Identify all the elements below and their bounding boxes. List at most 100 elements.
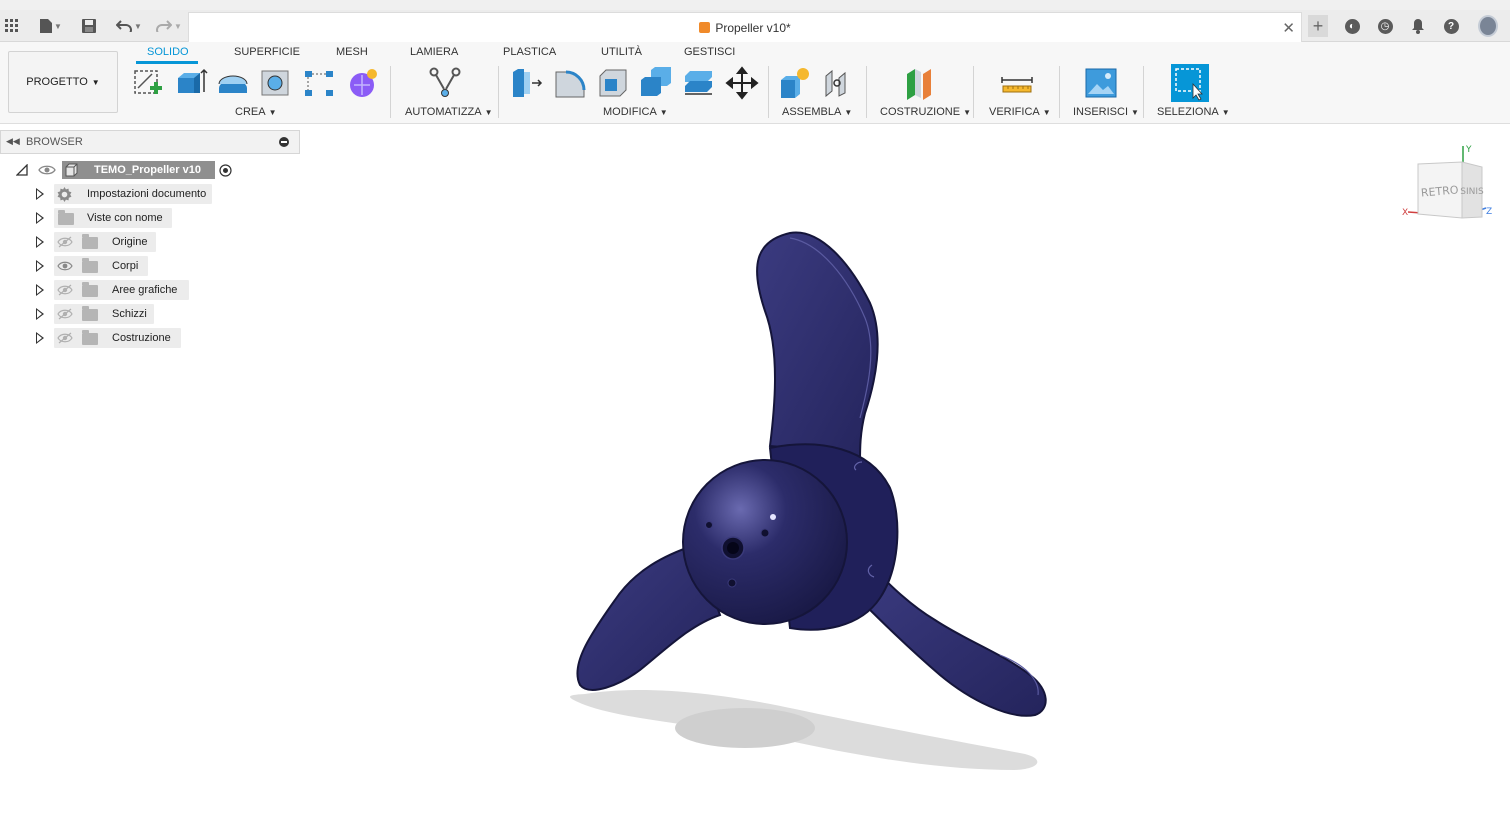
activate-radio-icon[interactable]: [219, 164, 232, 177]
help-icon[interactable]: ?: [1441, 16, 1461, 36]
revolve-icon[interactable]: [216, 66, 250, 100]
app-grid-icon[interactable]: [4, 15, 20, 37]
select-tool-icon[interactable]: [1171, 64, 1209, 102]
save-icon[interactable]: [80, 15, 98, 37]
visibility-eye-icon[interactable]: [57, 260, 73, 272]
shell-icon[interactable]: [596, 66, 630, 100]
move-copy-icon[interactable]: [725, 66, 759, 100]
ribbon-separator: [1143, 66, 1144, 118]
folder-icon: [82, 306, 98, 321]
title-tab-bar: ▼ ▼ ▼ Propeller v10* ✕ + ◐ ◷ ?: [0, 10, 1510, 42]
tab-plastica[interactable]: PLASTICA: [503, 46, 556, 58]
hidden-eye-icon[interactable]: [57, 332, 73, 344]
group-automatizza-label: AUTOMATIZZA: [405, 106, 482, 118]
group-costruzione[interactable]: COSTRUZIONE ▼: [880, 106, 971, 118]
propeller-blade-upper[interactable]: [756, 231, 879, 465]
folder-icon: [82, 234, 98, 249]
tab-lamiera[interactable]: LAMIERA: [410, 46, 458, 58]
group-seleziona[interactable]: SELEZIONA ▼: [1157, 106, 1230, 118]
press-pull-icon[interactable]: [510, 66, 544, 100]
hub-specular-highlight: [770, 514, 776, 520]
redo-icon[interactable]: ▼: [152, 15, 186, 37]
group-assembla-label: ASSEMBLA: [782, 106, 842, 118]
tree-item-label: Schizzi: [112, 308, 147, 320]
close-tab-icon[interactable]: ✕: [1282, 19, 1295, 37]
folder-icon: [82, 330, 98, 345]
window-top-strip: [0, 0, 1510, 10]
joint-icon[interactable]: [821, 66, 855, 100]
tree-item-label: Costruzione: [112, 332, 171, 344]
tree-item-label: Corpi: [112, 260, 139, 272]
group-crea-label: CREA: [235, 106, 266, 118]
insert-image-icon[interactable]: [1084, 66, 1118, 100]
construction-plane-icon[interactable]: [903, 66, 937, 100]
pattern-icon[interactable]: [302, 66, 336, 100]
create-sketch-icon[interactable]: [132, 66, 166, 100]
group-crea[interactable]: CREA ▼: [235, 106, 276, 118]
expand-triangle-icon[interactable]: [36, 212, 44, 224]
document-cube-icon: [699, 22, 711, 33]
hidden-eye-icon[interactable]: [57, 284, 73, 296]
group-automatizza[interactable]: AUTOMATIZZA ▼: [405, 106, 493, 118]
active-tab-indicator: [136, 61, 198, 64]
document-title: Propeller v10*: [715, 21, 791, 35]
group-modifica-label: MODIFICA: [603, 106, 657, 118]
group-costruzione-label: COSTRUZIONE: [880, 106, 961, 118]
collapse-triangle-icon[interactable]: [16, 164, 28, 176]
extensions-icon[interactable]: ◐: [1342, 16, 1362, 36]
center-bore-inner: [727, 542, 739, 554]
expand-triangle-icon[interactable]: [36, 308, 44, 320]
ribbon-separator: [1059, 66, 1060, 118]
expand-triangle-icon[interactable]: [36, 260, 44, 272]
fusion-app-window: ▼ ▼ ▼ Propeller v10* ✕ + ◐ ◷ ? PROGETTO ▼…: [0, 0, 1510, 830]
group-inserisci-label: INSERISCI: [1073, 106, 1129, 118]
group-inserisci[interactable]: INSERISCI ▼: [1073, 106, 1139, 118]
expand-triangle-icon[interactable]: [36, 188, 44, 200]
browser-panel-header: ◀◀ BROWSER: [0, 130, 300, 154]
tab-utilita[interactable]: UTILITÀ: [601, 46, 642, 58]
user-avatar[interactable]: [1478, 15, 1498, 37]
folder-icon: [82, 258, 98, 273]
group-modifica[interactable]: MODIFICA ▼: [603, 106, 668, 118]
tree-item-label: Viste con nome: [87, 212, 163, 224]
group-assembla[interactable]: ASSEMBLA ▼: [782, 106, 852, 118]
automate-icon[interactable]: [428, 66, 462, 100]
file-menu-icon[interactable]: ▼: [36, 15, 66, 37]
new-tab-button[interactable]: +: [1308, 15, 1328, 37]
document-tab[interactable]: Propeller v10* ✕: [188, 12, 1302, 42]
job-status-icon[interactable]: ◷: [1375, 16, 1395, 36]
form-icon[interactable]: [345, 66, 379, 100]
combine-icon[interactable]: [639, 66, 673, 100]
measure-icon[interactable]: [1000, 66, 1034, 100]
screw-hole[interactable]: [760, 528, 770, 538]
expand-triangle-icon[interactable]: [36, 284, 44, 296]
fillet-icon[interactable]: [553, 66, 587, 100]
collapse-panel-icon[interactable]: ◀◀: [6, 136, 20, 147]
project-button[interactable]: PROGETTO ▼: [8, 51, 118, 113]
hidden-eye-icon[interactable]: [57, 236, 73, 248]
group-seleziona-label: SELEZIONA: [1157, 106, 1219, 118]
new-component-icon[interactable]: [778, 66, 812, 100]
hidden-eye-icon[interactable]: [57, 308, 73, 320]
extrude-icon[interactable]: [174, 66, 208, 100]
tab-mesh[interactable]: MESH: [336, 46, 368, 58]
component-icon: [65, 163, 78, 177]
group-verifica[interactable]: VERIFICA ▼: [989, 106, 1051, 118]
ribbon-separator: [390, 66, 391, 118]
offset-face-icon[interactable]: [682, 66, 716, 100]
tab-superficie[interactable]: SUPERFICIE: [234, 46, 300, 58]
expand-triangle-icon[interactable]: [36, 332, 44, 344]
minimize-panel-icon[interactable]: [279, 137, 289, 147]
screw-hole[interactable]: [727, 578, 737, 588]
tab-gestisci[interactable]: GESTISCI: [684, 46, 735, 58]
undo-icon[interactable]: ▼: [112, 15, 146, 37]
screw-hole[interactable]: [705, 521, 713, 529]
canvas-viewport[interactable]: [300, 124, 1510, 830]
tab-solido[interactable]: SOLIDO: [147, 46, 189, 58]
ribbon-separator: [498, 66, 499, 118]
notifications-bell-icon[interactable]: [1408, 16, 1428, 36]
hole-icon[interactable]: [258, 66, 292, 100]
visibility-eye-icon[interactable]: [38, 164, 56, 176]
expand-triangle-icon[interactable]: [36, 236, 44, 248]
propeller-hub-dome[interactable]: [682, 459, 848, 625]
